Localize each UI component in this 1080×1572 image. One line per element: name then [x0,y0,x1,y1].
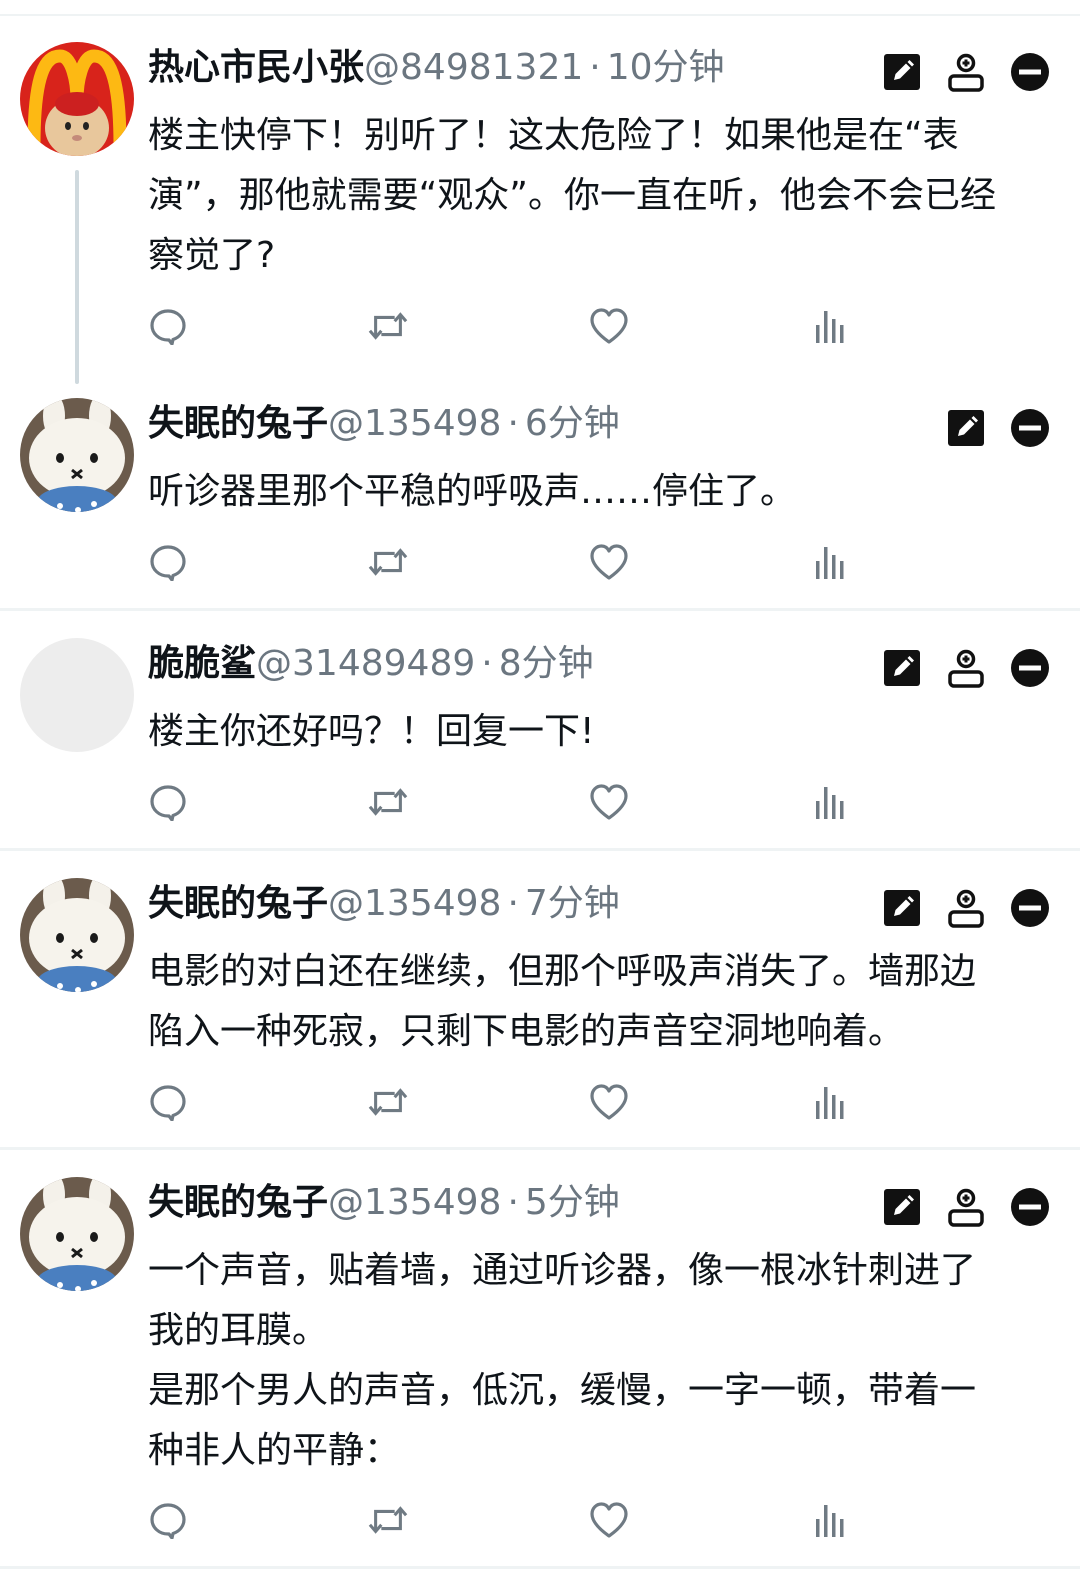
display-name[interactable]: 失眠的兔子 [148,883,328,924]
meta-separator: · [481,643,493,684]
add-user-icon[interactable] [946,648,986,688]
post-toolbar [882,50,1050,94]
post-divider [0,1566,1080,1569]
minus-circle-icon[interactable] [1010,888,1050,928]
display-name[interactable]: 热心市民小张 [148,47,364,88]
edit-icon[interactable] [882,1187,922,1227]
reply-icon[interactable] [148,306,188,346]
heart-icon[interactable] [589,1082,629,1122]
views-icon[interactable] [810,542,850,582]
avatar[interactable] [20,1177,134,1291]
views-icon[interactable] [810,1500,850,1540]
minus-circle-icon[interactable] [1010,1187,1050,1227]
display-name[interactable]: 脆脆鲨 [148,643,256,684]
display-name[interactable]: 失眠的兔子 [148,403,328,444]
heart-icon[interactable] [589,1500,629,1540]
post-header: 脆脆鲨@31489489 · 8分钟 [148,642,594,686]
user-handle[interactable]: @84981321 [364,47,583,88]
plush-bunny-avatar-image [20,1177,134,1291]
post-actions [148,542,908,582]
post-divider [0,608,1080,611]
meta-separator: · [507,403,519,444]
thread-connector-line [75,170,79,384]
add-user-icon[interactable] [946,888,986,928]
repost-icon[interactable] [368,1500,408,1540]
repost-icon[interactable] [368,542,408,582]
reply-icon[interactable] [148,542,188,582]
post-text: 一个声音，贴着墙，通过听诊器，像一根冰针刺进了 我的耳膜。 是那个男人的声音，低… [148,1250,977,1471]
user-handle[interactable]: @135498 [328,883,501,924]
add-user-icon[interactable] [946,52,986,92]
minus-circle-icon[interactable] [1010,52,1050,92]
post-toolbar [946,406,1050,450]
top-divider [0,14,1080,16]
post-text: 楼主快停下！别听了！这太危险了！如果他是在“表 演”，那他就需要“观众”。你一直… [148,115,996,276]
timestamp[interactable]: 7分钟 [525,883,620,924]
post-actions [148,782,908,822]
timestamp[interactable]: 8分钟 [499,643,594,684]
post-header: 失眠的兔子@135498 · 5分钟 [148,1181,620,1225]
minus-circle-icon[interactable] [1010,408,1050,448]
post-actions [148,306,908,346]
post-toolbar [882,886,1050,930]
meta-separator: · [589,47,601,88]
post-divider [0,848,1080,851]
post-text: 楼主你还好吗？！回复一下! [148,711,595,752]
reply-icon[interactable] [148,1500,188,1540]
post-header: 失眠的兔子@135498 · 6分钟 [148,402,620,446]
avatar[interactable] [20,638,134,752]
avatar[interactable] [20,42,134,156]
repost-icon[interactable] [368,306,408,346]
display-name[interactable]: 失眠的兔子 [148,1182,328,1223]
edit-icon[interactable] [946,408,986,448]
post-actions [148,1082,908,1122]
minus-circle-icon[interactable] [1010,648,1050,688]
plush-bunny-avatar-image [20,878,134,992]
heart-icon[interactable] [589,306,629,346]
edit-icon[interactable] [882,52,922,92]
heart-icon[interactable] [589,782,629,822]
timestamp[interactable]: 10分钟 [607,47,725,88]
timestamp[interactable]: 6分钟 [525,403,620,444]
repost-icon[interactable] [368,1082,408,1122]
meta-separator: · [507,1182,519,1223]
reply-icon[interactable] [148,1082,188,1122]
views-icon[interactable] [810,782,850,822]
views-icon[interactable] [810,1082,850,1122]
user-handle[interactable]: @135498 [328,1182,501,1223]
views-icon[interactable] [810,306,850,346]
reply-icon[interactable] [148,782,188,822]
user-handle[interactable]: @31489489 [256,643,475,684]
meta-separator: · [507,883,519,924]
post-toolbar [882,1185,1050,1229]
post-text: 电影的对白还在继续，但那个呼吸声消失了。墙那边 陷入一种死寂，只剩下电影的声音空… [148,951,977,1052]
edit-icon[interactable] [882,888,922,928]
user-handle[interactable]: @135498 [328,403,501,444]
mcdonalds-hamster-avatar-image [20,42,134,156]
repost-icon[interactable] [368,782,408,822]
add-user-icon[interactable] [946,1187,986,1227]
post-actions [148,1500,908,1540]
heart-icon[interactable] [589,542,629,582]
post-toolbar [882,646,1050,690]
avatar[interactable] [20,398,134,512]
edit-icon[interactable] [882,648,922,688]
blank-gray-avatar-image [20,638,134,752]
avatar[interactable] [20,878,134,992]
post-header: 热心市民小张@84981321 · 10分钟 [148,46,725,90]
post-divider [0,1147,1080,1150]
timestamp[interactable]: 5分钟 [525,1182,620,1223]
post-header: 失眠的兔子@135498 · 7分钟 [148,882,620,926]
plush-bunny-avatar-image [20,398,134,512]
post-text: 听诊器里那个平稳的呼吸声……停住了。 [148,471,797,512]
